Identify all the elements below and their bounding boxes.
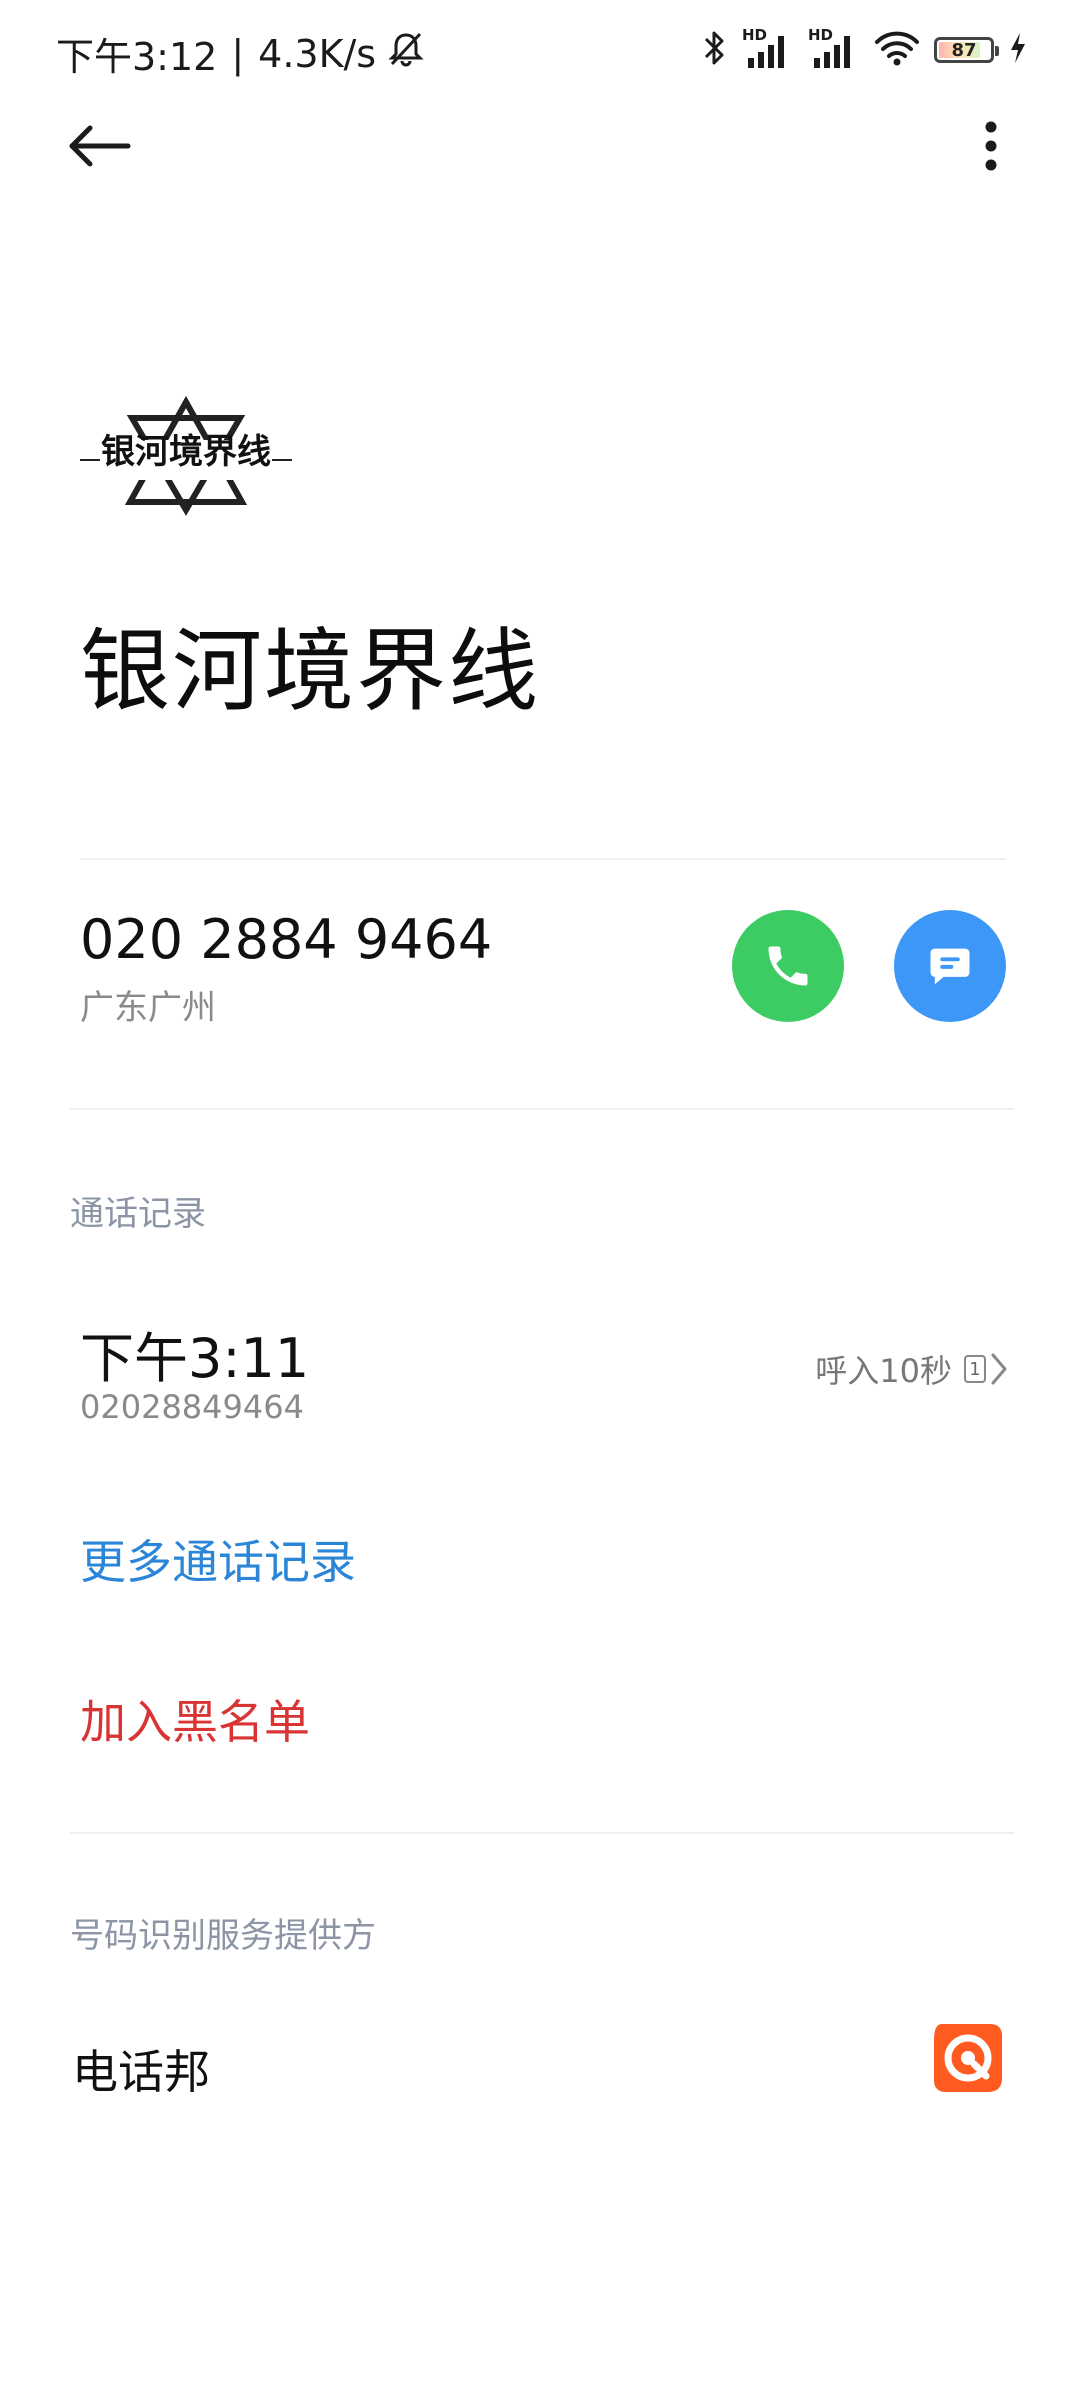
phone-icon: [768, 946, 808, 986]
provider-section-title: 号码识别服务提供方: [70, 1916, 376, 1956]
mute-bell-icon: [386, 29, 426, 78]
add-to-blacklist-button[interactable]: 加入黑名单: [80, 1686, 310, 1752]
hd-label: HD: [742, 26, 768, 44]
provider-name: 电话邦: [72, 2045, 210, 2099]
provider-logo-icon: [928, 2018, 1008, 2098]
signal-icon: HD: [742, 26, 794, 72]
contact-avatar: 银河境界线: [76, 366, 296, 546]
status-right: HD HD 87: [702, 26, 1028, 72]
charging-icon: [1008, 31, 1028, 69]
hd-label: HD: [808, 26, 834, 44]
sim-indicator: 1: [964, 1352, 1008, 1386]
status-time: 下午3:12: [56, 35, 218, 79]
sim-badge: 1: [964, 1355, 986, 1383]
avatar-text: 银河境界线: [101, 432, 271, 472]
battery-icon: 87: [934, 37, 999, 63]
status-left: 下午3:12 | 4.3K/s: [56, 26, 426, 81]
battery-level: 87: [951, 39, 977, 61]
status-separator: |: [231, 31, 245, 76]
call-log-number: 02028849464: [80, 1388, 304, 1426]
bluetooth-icon: [702, 28, 728, 72]
message-button[interactable]: [894, 910, 1006, 1022]
status-bar: 下午3:12 | 4.3K/s HD HD 87: [0, 0, 1080, 100]
more-options-button[interactable]: [956, 110, 1026, 182]
status-net-speed: 4.3K/s: [258, 31, 377, 76]
call-button[interactable]: [732, 910, 844, 1022]
signal-icon: HD: [808, 26, 860, 72]
chevron-right-icon: [991, 1353, 1007, 1385]
more-call-log-link[interactable]: 更多通话记录: [80, 1526, 356, 1592]
divider: [70, 1832, 1014, 1834]
call-log-entry-detail[interactable]: 呼入10秒 1: [815, 1346, 1008, 1392]
contact-name: 银河境界线: [80, 619, 540, 724]
back-button[interactable]: [62, 112, 138, 180]
phone-number[interactable]: 020 2884 9464: [80, 908, 492, 971]
phone-location: 广东广州: [80, 988, 216, 1028]
wifi-icon: [874, 28, 920, 72]
call-log-section-title: 通话记录: [70, 1194, 206, 1234]
more-vert-icon: [985, 121, 997, 171]
back-arrow-icon: [69, 125, 131, 167]
call-log-time[interactable]: 下午3:11: [80, 1314, 309, 1393]
divider: [70, 1108, 1014, 1110]
message-icon: [930, 948, 970, 985]
divider: [80, 858, 1006, 860]
call-log-status: 呼入10秒: [815, 1352, 952, 1390]
